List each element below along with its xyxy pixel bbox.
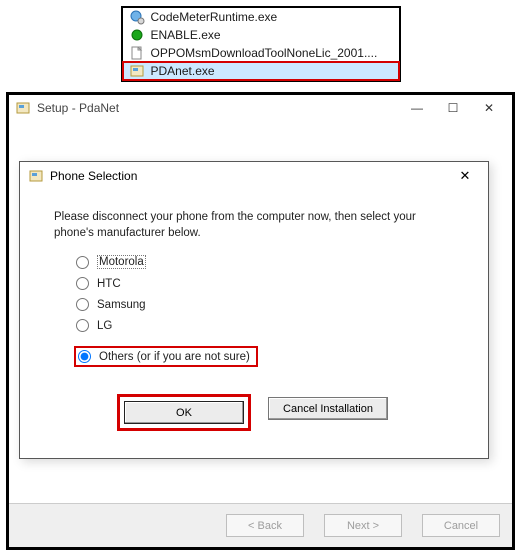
file-name: CodeMeterRuntime.exe: [151, 10, 278, 24]
radio-option-others[interactable]: Others (or if you are not sure): [76, 348, 256, 365]
file-name: ENABLE.exe: [151, 28, 221, 42]
globe-gear-icon: [129, 9, 145, 25]
dialog-title: Phone Selection: [50, 169, 137, 183]
close-button[interactable]: ✕: [472, 98, 506, 118]
minimize-button[interactable]: —: [400, 98, 434, 118]
cancel-installation-button[interactable]: Cancel Installation: [268, 397, 388, 420]
close-icon[interactable]: ✕: [450, 166, 480, 186]
installer-icon: [129, 63, 145, 79]
radio-input[interactable]: [76, 319, 89, 332]
file-icon: [129, 45, 145, 61]
file-row[interactable]: ENABLE.exe: [123, 26, 399, 44]
phone-selection-dialog: Phone Selection ✕ Please disconnect your…: [19, 161, 489, 459]
radio-option-htc[interactable]: HTC: [76, 277, 454, 290]
radio-option-motorola[interactable]: Motorola: [76, 255, 454, 269]
setup-window-title: Setup - PdaNet: [37, 101, 119, 115]
setup-footer: < Back Next > Cancel: [9, 503, 512, 547]
file-row-selected[interactable]: PDAnet.exe: [123, 62, 399, 80]
next-button: Next >: [324, 514, 402, 537]
dialog-instruction: Please disconnect your phone from the co…: [54, 210, 454, 241]
radio-label: Samsung: [97, 299, 146, 311]
setup-window: Setup - PdaNet — ☐ ✕ Phone Selection ✕ P…: [6, 92, 515, 550]
radio-label: Others (or if you are not sure): [99, 351, 250, 363]
file-list-panel: CodeMeterRuntime.exe ENABLE.exe OPPOMsmD…: [121, 6, 401, 82]
radio-input[interactable]: [78, 350, 91, 363]
green-dot-icon: [129, 27, 145, 43]
radio-label: Motorola: [97, 255, 146, 269]
radio-input[interactable]: [76, 277, 89, 290]
cancel-button: Cancel: [422, 514, 500, 537]
ok-button[interactable]: OK: [124, 401, 244, 424]
radio-input[interactable]: [76, 256, 89, 269]
file-name: OPPOMsmDownloadToolNoneLic_2001....: [151, 46, 378, 60]
back-button: < Back: [226, 514, 304, 537]
radio-label: LG: [97, 320, 112, 332]
radio-input[interactable]: [76, 298, 89, 311]
dialog-titlebar[interactable]: Phone Selection ✕: [20, 162, 488, 190]
installer-icon: [28, 168, 44, 184]
radio-label: HTC: [97, 278, 121, 290]
file-row[interactable]: CodeMeterRuntime.exe: [123, 8, 399, 26]
radio-option-lg[interactable]: LG: [76, 319, 454, 332]
installer-icon: [15, 100, 31, 116]
file-row[interactable]: OPPOMsmDownloadToolNoneLic_2001....: [123, 44, 399, 62]
ok-button-highlight: OK: [120, 397, 248, 428]
maximize-button[interactable]: ☐: [436, 98, 470, 118]
file-name: PDAnet.exe: [151, 64, 215, 78]
radio-option-samsung[interactable]: Samsung: [76, 298, 454, 311]
